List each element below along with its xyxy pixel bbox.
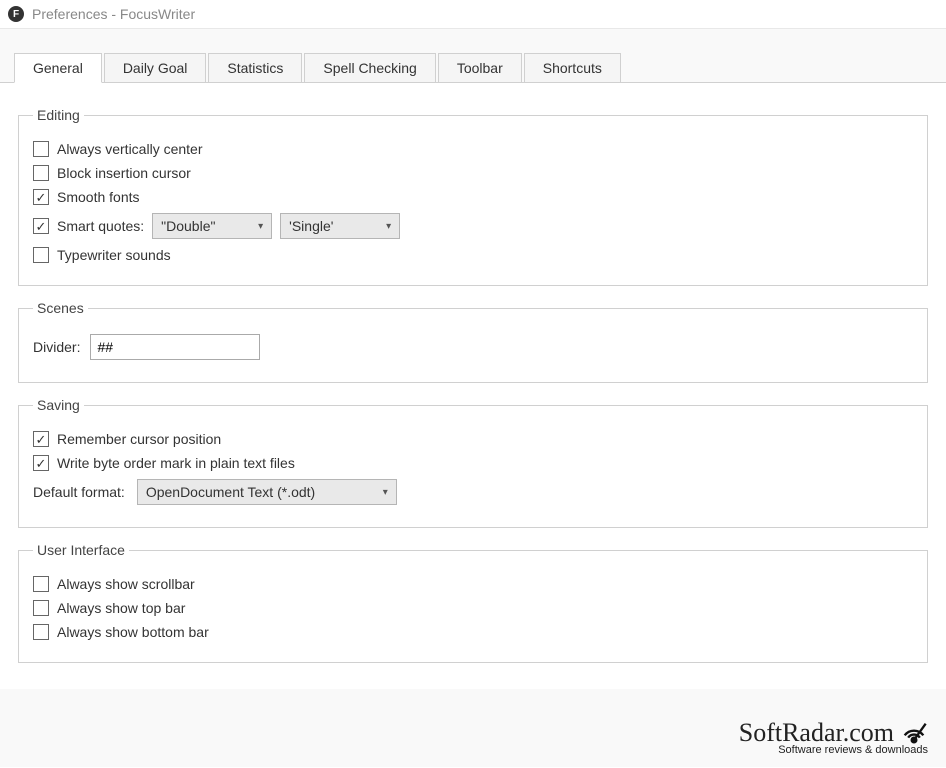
group-scenes-legend: Scenes	[33, 300, 88, 316]
checkbox-always-center[interactable]	[33, 141, 49, 157]
row-divider: Divider:	[33, 334, 913, 360]
row-remember-cursor: Remember cursor position	[33, 431, 913, 447]
checkbox-block-cursor[interactable]	[33, 165, 49, 181]
row-typewriter: Typewriter sounds	[33, 247, 913, 263]
group-saving: Saving Remember cursor position Write by…	[18, 397, 928, 528]
row-smart-quotes: Smart quotes: "Double" ▾ 'Single' ▾	[33, 213, 913, 239]
panel-general: Editing Always vertically center Block i…	[0, 83, 946, 689]
row-show-top: Always show top bar	[33, 600, 913, 616]
group-saving-legend: Saving	[33, 397, 84, 413]
checkbox-typewriter[interactable]	[33, 247, 49, 263]
checkbox-write-bom[interactable]	[33, 455, 49, 471]
checkbox-smooth-fonts[interactable]	[33, 189, 49, 205]
label-write-bom[interactable]: Write byte order mark in plain text file…	[57, 455, 295, 471]
label-show-scrollbar[interactable]: Always show scrollbar	[57, 576, 195, 592]
app-icon: F	[8, 6, 24, 22]
tab-daily-goal[interactable]: Daily Goal	[104, 53, 207, 82]
input-divider[interactable]	[90, 334, 260, 360]
group-ui: User Interface Always show scrollbar Alw…	[18, 542, 928, 663]
label-smooth-fonts[interactable]: Smooth fonts	[57, 189, 140, 205]
select-double-quotes-value: "Double"	[161, 218, 215, 234]
select-default-format-value: OpenDocument Text (*.odt)	[146, 484, 315, 500]
label-typewriter[interactable]: Typewriter sounds	[57, 247, 171, 263]
group-editing: Editing Always vertically center Block i…	[18, 107, 928, 286]
row-show-scrollbar: Always show scrollbar	[33, 576, 913, 592]
row-show-bottom: Always show bottom bar	[33, 624, 913, 640]
tab-shortcuts[interactable]: Shortcuts	[524, 53, 621, 82]
tab-statistics[interactable]: Statistics	[208, 53, 302, 82]
checkbox-smart-quotes[interactable]	[33, 218, 49, 234]
content-area: General Daily Goal Statistics Spell Chec…	[0, 29, 946, 767]
label-smart-quotes[interactable]: Smart quotes:	[57, 218, 144, 234]
row-block-cursor: Block insertion cursor	[33, 165, 913, 181]
row-default-format: Default format: OpenDocument Text (*.odt…	[33, 479, 913, 505]
row-always-center: Always vertically center	[33, 141, 913, 157]
chevron-down-icon: ▾	[383, 487, 388, 498]
chevron-down-icon: ▾	[386, 221, 391, 232]
label-always-center[interactable]: Always vertically center	[57, 141, 203, 157]
select-default-format[interactable]: OpenDocument Text (*.odt) ▾	[137, 479, 397, 505]
tabs-row: General Daily Goal Statistics Spell Chec…	[0, 53, 946, 83]
chevron-down-icon: ▾	[258, 221, 263, 232]
label-remember-cursor[interactable]: Remember cursor position	[57, 431, 221, 447]
select-single-quotes[interactable]: 'Single' ▾	[280, 213, 400, 239]
checkbox-remember-cursor[interactable]	[33, 431, 49, 447]
group-editing-legend: Editing	[33, 107, 84, 123]
tab-spell-checking[interactable]: Spell Checking	[304, 53, 435, 82]
group-ui-legend: User Interface	[33, 542, 129, 558]
label-default-format: Default format:	[33, 484, 125, 500]
label-divider: Divider:	[33, 339, 80, 355]
checkbox-show-top[interactable]	[33, 600, 49, 616]
select-single-quotes-value: 'Single'	[289, 218, 333, 234]
label-show-top[interactable]: Always show top bar	[57, 600, 185, 616]
titlebar: F Preferences - FocusWriter	[0, 0, 946, 29]
row-smooth-fonts: Smooth fonts	[33, 189, 913, 205]
window-title: Preferences - FocusWriter	[32, 6, 195, 22]
group-scenes: Scenes Divider:	[18, 300, 928, 383]
label-block-cursor[interactable]: Block insertion cursor	[57, 165, 191, 181]
tab-toolbar[interactable]: Toolbar	[438, 53, 522, 82]
row-write-bom: Write byte order mark in plain text file…	[33, 455, 913, 471]
tab-general[interactable]: General	[14, 53, 102, 83]
checkbox-show-scrollbar[interactable]	[33, 576, 49, 592]
checkbox-show-bottom[interactable]	[33, 624, 49, 640]
select-double-quotes[interactable]: "Double" ▾	[152, 213, 272, 239]
label-show-bottom[interactable]: Always show bottom bar	[57, 624, 209, 640]
